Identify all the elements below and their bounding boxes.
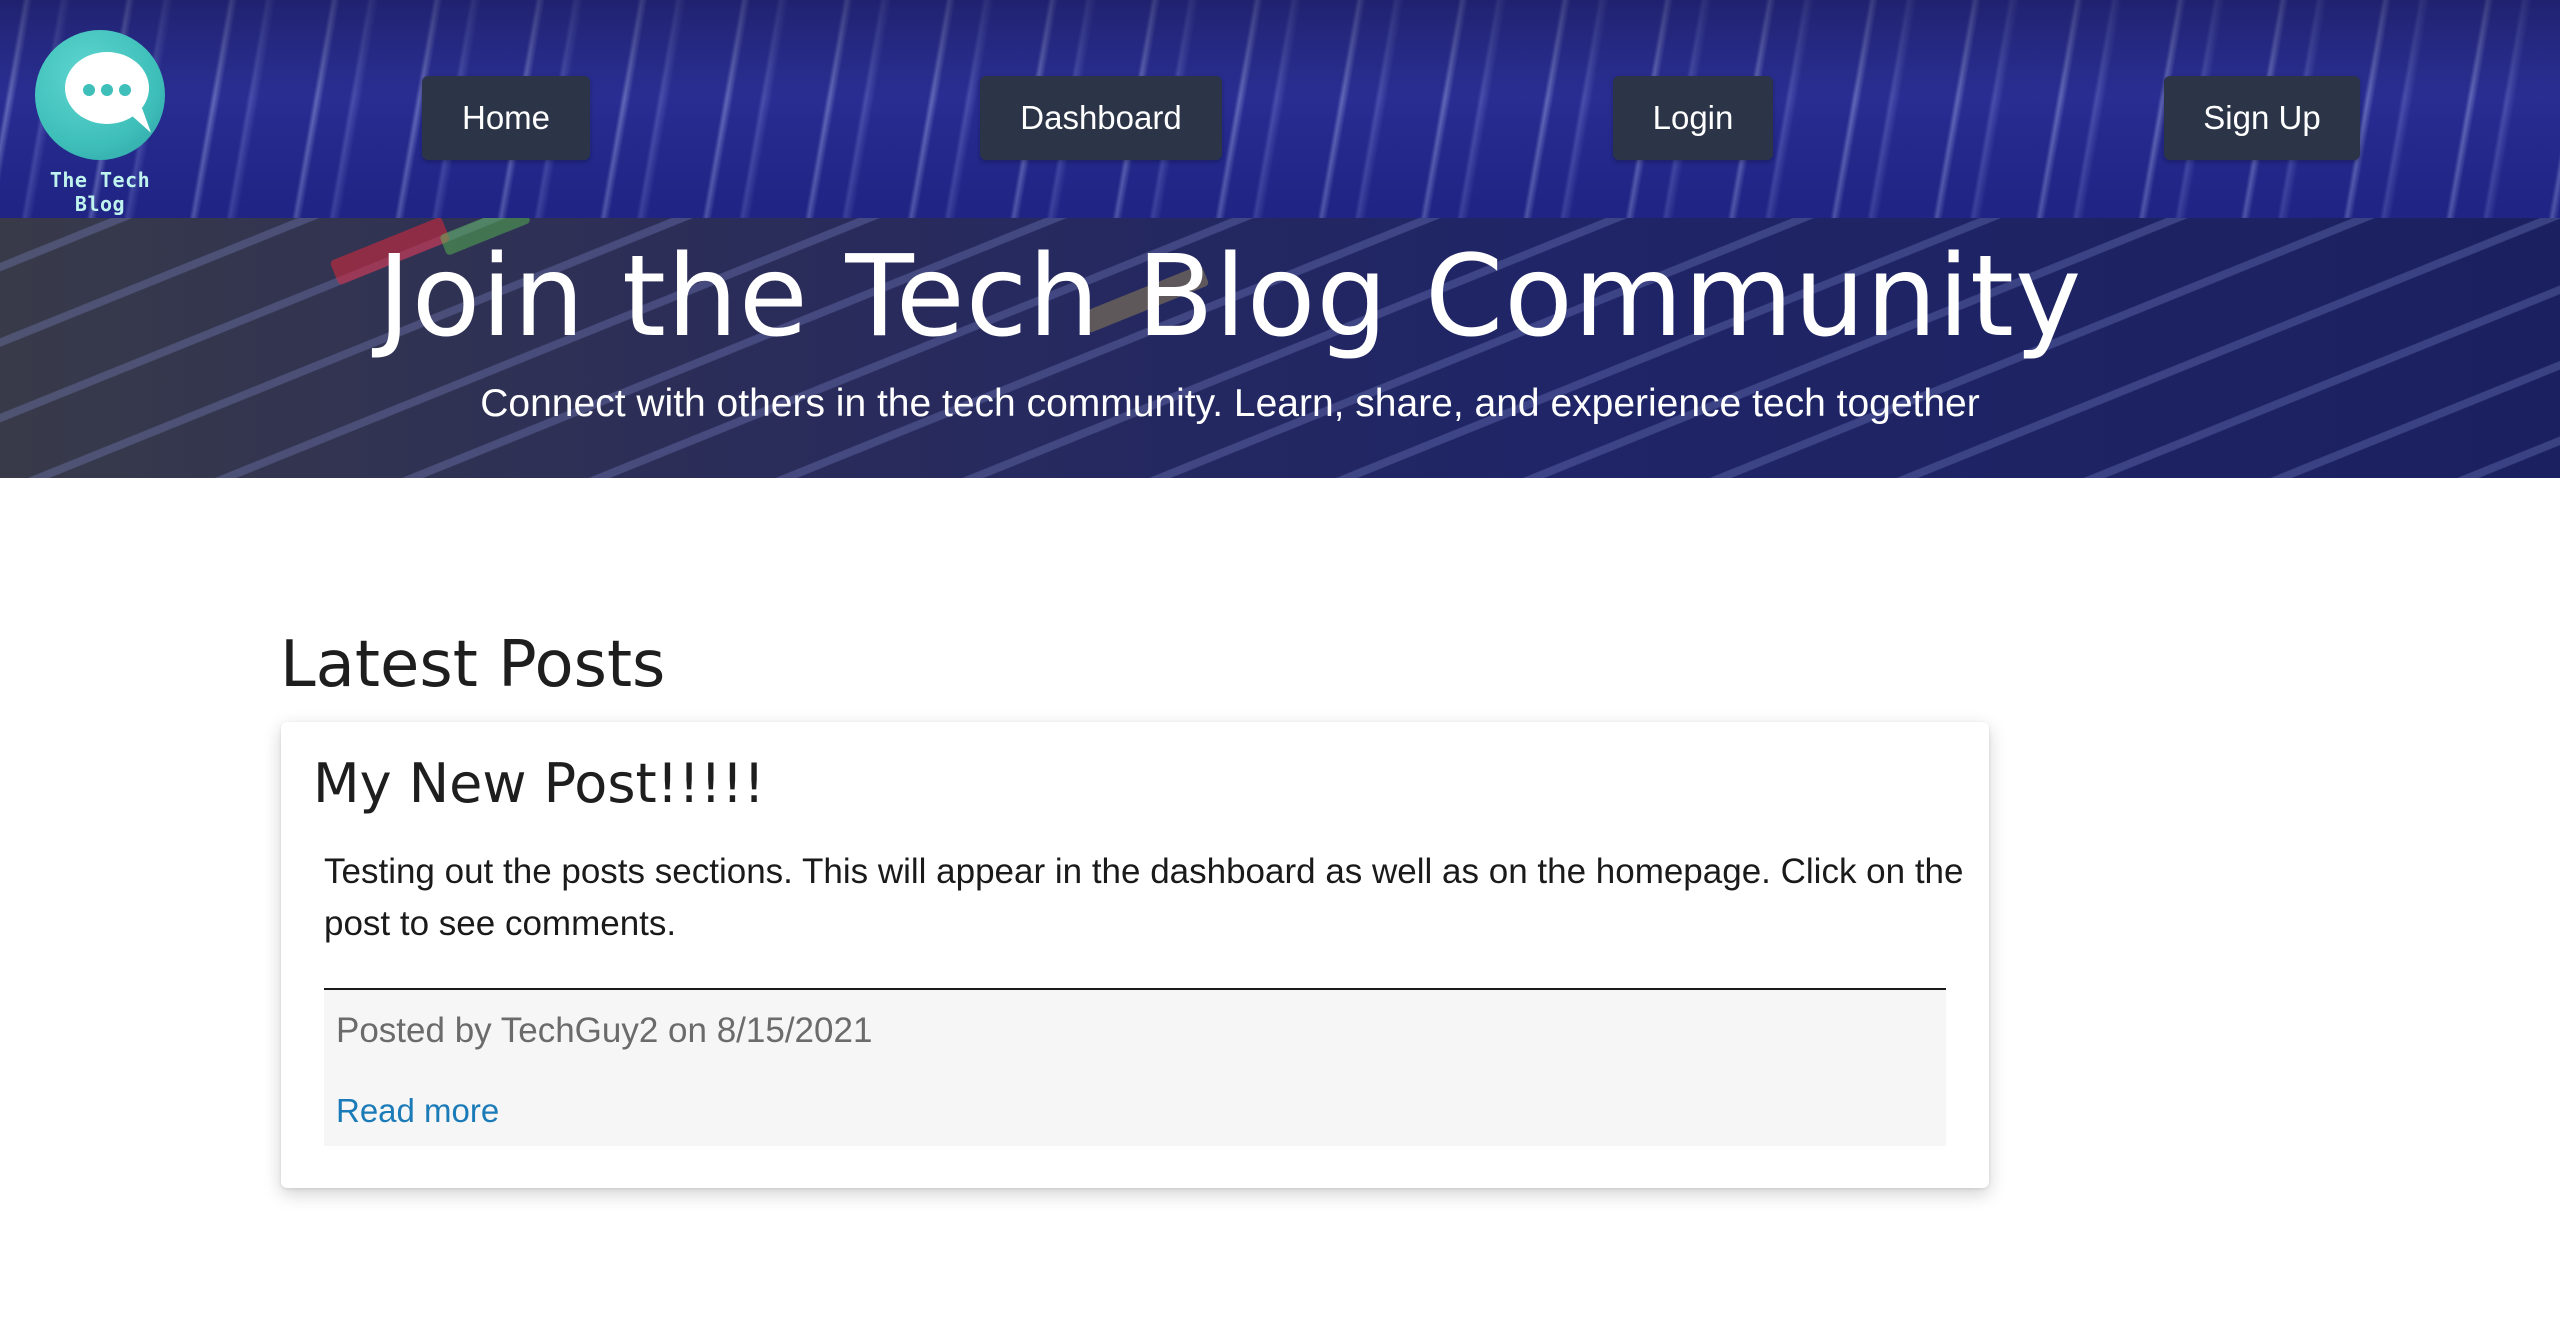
hero-subtitle: Connect with others in the tech communit… [480, 382, 1980, 425]
latest-posts-heading: Latest Posts [280, 628, 666, 702]
post-body: Testing out the posts sections. This wil… [324, 852, 1964, 943]
hero-banner: Join the Tech Blog Community Connect wit… [0, 218, 2560, 478]
post-meta: Posted by TechGuy2 on 8/15/2021 [336, 1011, 873, 1050]
nav-login-button[interactable]: Login [1613, 76, 1773, 160]
logo-text: The Tech Blog [49, 168, 151, 216]
logo-dot [101, 84, 113, 96]
nav-dashboard-button[interactable]: Dashboard [980, 76, 1222, 160]
post-footer: Posted by TechGuy2 on 8/15/2021 Read mor… [324, 988, 1946, 1146]
nav-home-button[interactable]: Home [422, 76, 590, 160]
post-title[interactable]: My New Post!!!!! [313, 748, 765, 820]
top-navbar: The Tech Blog Home Dashboard Login Sign … [0, 0, 2560, 218]
logo-dot [83, 84, 95, 96]
read-more-link[interactable]: Read more [336, 1088, 499, 1134]
site-logo[interactable]: The Tech Blog [28, 30, 172, 216]
hero-title: Join the Tech Blog Community [377, 232, 2083, 362]
logo-speech-bubble [65, 52, 149, 124]
logo-dot [119, 84, 131, 96]
chat-bubble-icon [35, 30, 165, 160]
nav-signup-button[interactable]: Sign Up [2164, 76, 2360, 160]
post-card[interactable]: My New Post!!!!! Testing out the posts s… [281, 722, 1989, 1188]
